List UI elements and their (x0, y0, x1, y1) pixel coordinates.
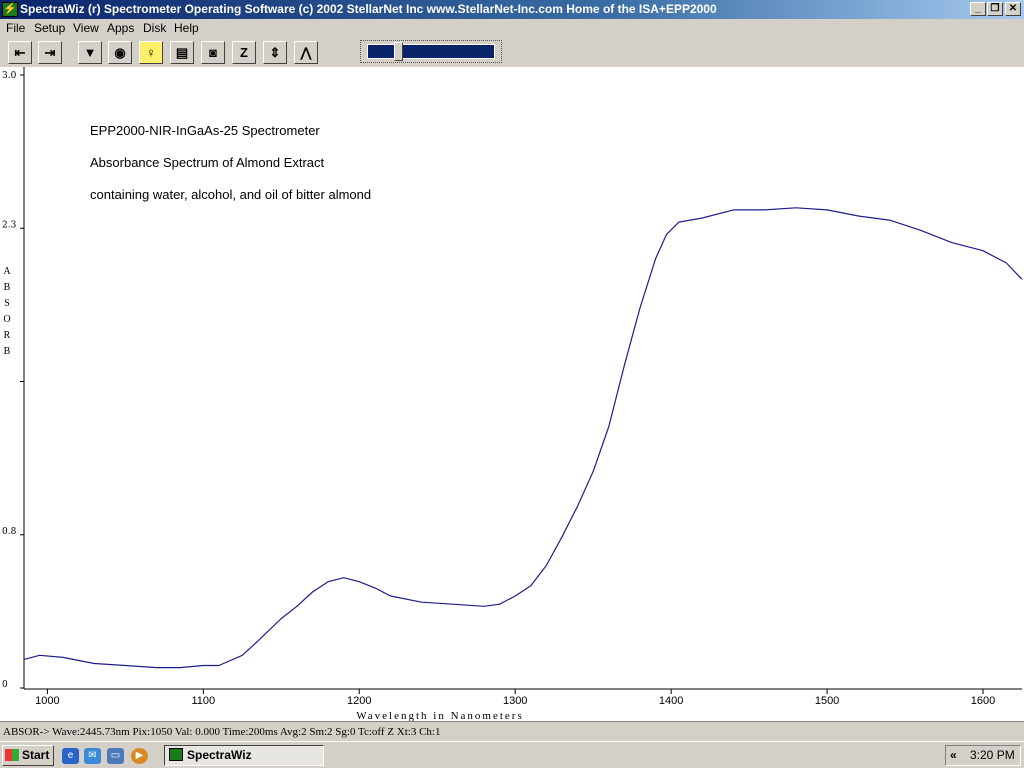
start-label: Start (22, 748, 50, 762)
menu-help[interactable]: Help (171, 19, 202, 37)
peak-icon[interactable]: ⋀ (294, 41, 318, 64)
y-tick-label: 3.0 (2, 71, 17, 81)
taskbar: Start e ✉ ▭ ▶ SpectraWiz « 3:20 PM (0, 741, 1024, 768)
system-tray: « 3:20 PM (945, 745, 1021, 766)
y-axis-label-letter: B (4, 282, 11, 293)
x-tick-label: 1000 (35, 695, 59, 707)
y-tick-label: 2.3 (2, 220, 17, 230)
y-tick-label: 0.8 (2, 527, 17, 537)
taskbar-item-spectrawiz[interactable]: SpectraWiz (164, 745, 324, 766)
x-tick-label: 1500 (815, 695, 839, 707)
chart-svg: 0 0.8 2.3 3.0 1000 1100 1200 1300 1400 1500 1600 Wa… (2, 67, 1023, 721)
toolbar: ⇤ ⇥ ▼ ◉ ♀ ▤ ◙ Z ⇕ ⋀ (0, 37, 1024, 67)
title-bar: ⚡ SpectraWiz (r) Spectrometer Operating … (0, 0, 1024, 19)
x-tick-label: 1300 (503, 695, 527, 707)
tray-chevron-icon[interactable]: « (950, 746, 957, 765)
menu-setup[interactable]: Setup (31, 19, 68, 37)
menu-apps[interactable]: Apps (104, 19, 137, 37)
y-axis-label-letter: S (4, 298, 10, 309)
clock[interactable]: 3:20 PM (970, 746, 1015, 765)
print-icon[interactable]: ▤ (170, 41, 194, 64)
start-button[interactable]: Start (2, 745, 54, 766)
window-title: SpectraWiz (r) Spectrometer Operating So… (20, 2, 717, 16)
menu-file[interactable]: File (3, 19, 28, 37)
x-tick-label: 1200 (347, 695, 371, 707)
chart-annotation: EPP2000-NIR-InGaAs-25 Spectrometer (90, 123, 320, 138)
chart-annotation: Absorbance Spectrum of Almond Extract (90, 155, 325, 170)
menu-disk[interactable]: Disk (140, 19, 169, 37)
y-axis-label-letter: B (4, 346, 11, 357)
taskbar-item-label: SpectraWiz (187, 748, 252, 762)
y-tick-label: 0 (2, 680, 8, 690)
x-tick-label: 1600 (971, 695, 995, 707)
windows-logo-icon (5, 749, 19, 761)
scale-icon[interactable]: ⇕ (263, 41, 287, 64)
scroll-right-icon[interactable]: ⇥ (38, 41, 62, 64)
y-axis-label-letter: O (3, 314, 10, 325)
y-axis-label-letter: R (4, 330, 11, 341)
menu-view[interactable]: View (70, 19, 102, 37)
media-player-icon[interactable]: ▶ (131, 748, 148, 764)
scroll-left-icon[interactable]: ⇤ (8, 41, 32, 64)
x-tick-label: 1400 (659, 695, 683, 707)
integration-slider-track[interactable] (367, 44, 495, 59)
menu-bar: File Setup View Apps Disk Help (0, 19, 1024, 37)
zero-icon[interactable]: Z (232, 41, 256, 64)
integration-slider-thumb[interactable] (394, 42, 404, 61)
chart-annotation: containing water, alcohol, and oil of bi… (90, 187, 371, 202)
show-desktop-icon[interactable]: ▭ (107, 748, 124, 764)
restore-icon[interactable]: ❐ (987, 2, 1003, 16)
y-axis-label-letter: A (3, 266, 11, 277)
integration-slider-panel (360, 40, 502, 63)
close-icon[interactable]: ✕ (1005, 2, 1021, 16)
camera-icon[interactable]: ◙ (201, 41, 225, 64)
spectrum-chart[interactable]: 0 0.8 2.3 3.0 1000 1100 1200 1300 1400 1500 1600 Wa… (0, 67, 1024, 721)
lamp-icon[interactable]: ◉ (108, 41, 132, 64)
absorbance-series-line (23, 207, 1023, 669)
x-axis-label: Wavelength in Nanometers (356, 710, 523, 721)
minimize-icon[interactable]: _ (970, 2, 986, 16)
status-bar: ABSOR-> Wave:2445.73nm Pix:1050 Val: 0.0… (0, 721, 1024, 741)
spectrawiz-task-icon (169, 748, 183, 761)
save-spectrum-icon[interactable]: ▼ (78, 41, 102, 64)
x-tick-label: 1100 (192, 695, 216, 707)
internet-explorer-icon[interactable]: e (62, 748, 79, 764)
spectrawiz-app-icon[interactable]: ⚡ (2, 2, 18, 17)
bulb-icon[interactable]: ♀ (139, 41, 163, 64)
outlook-express-icon[interactable]: ✉ (84, 748, 101, 764)
